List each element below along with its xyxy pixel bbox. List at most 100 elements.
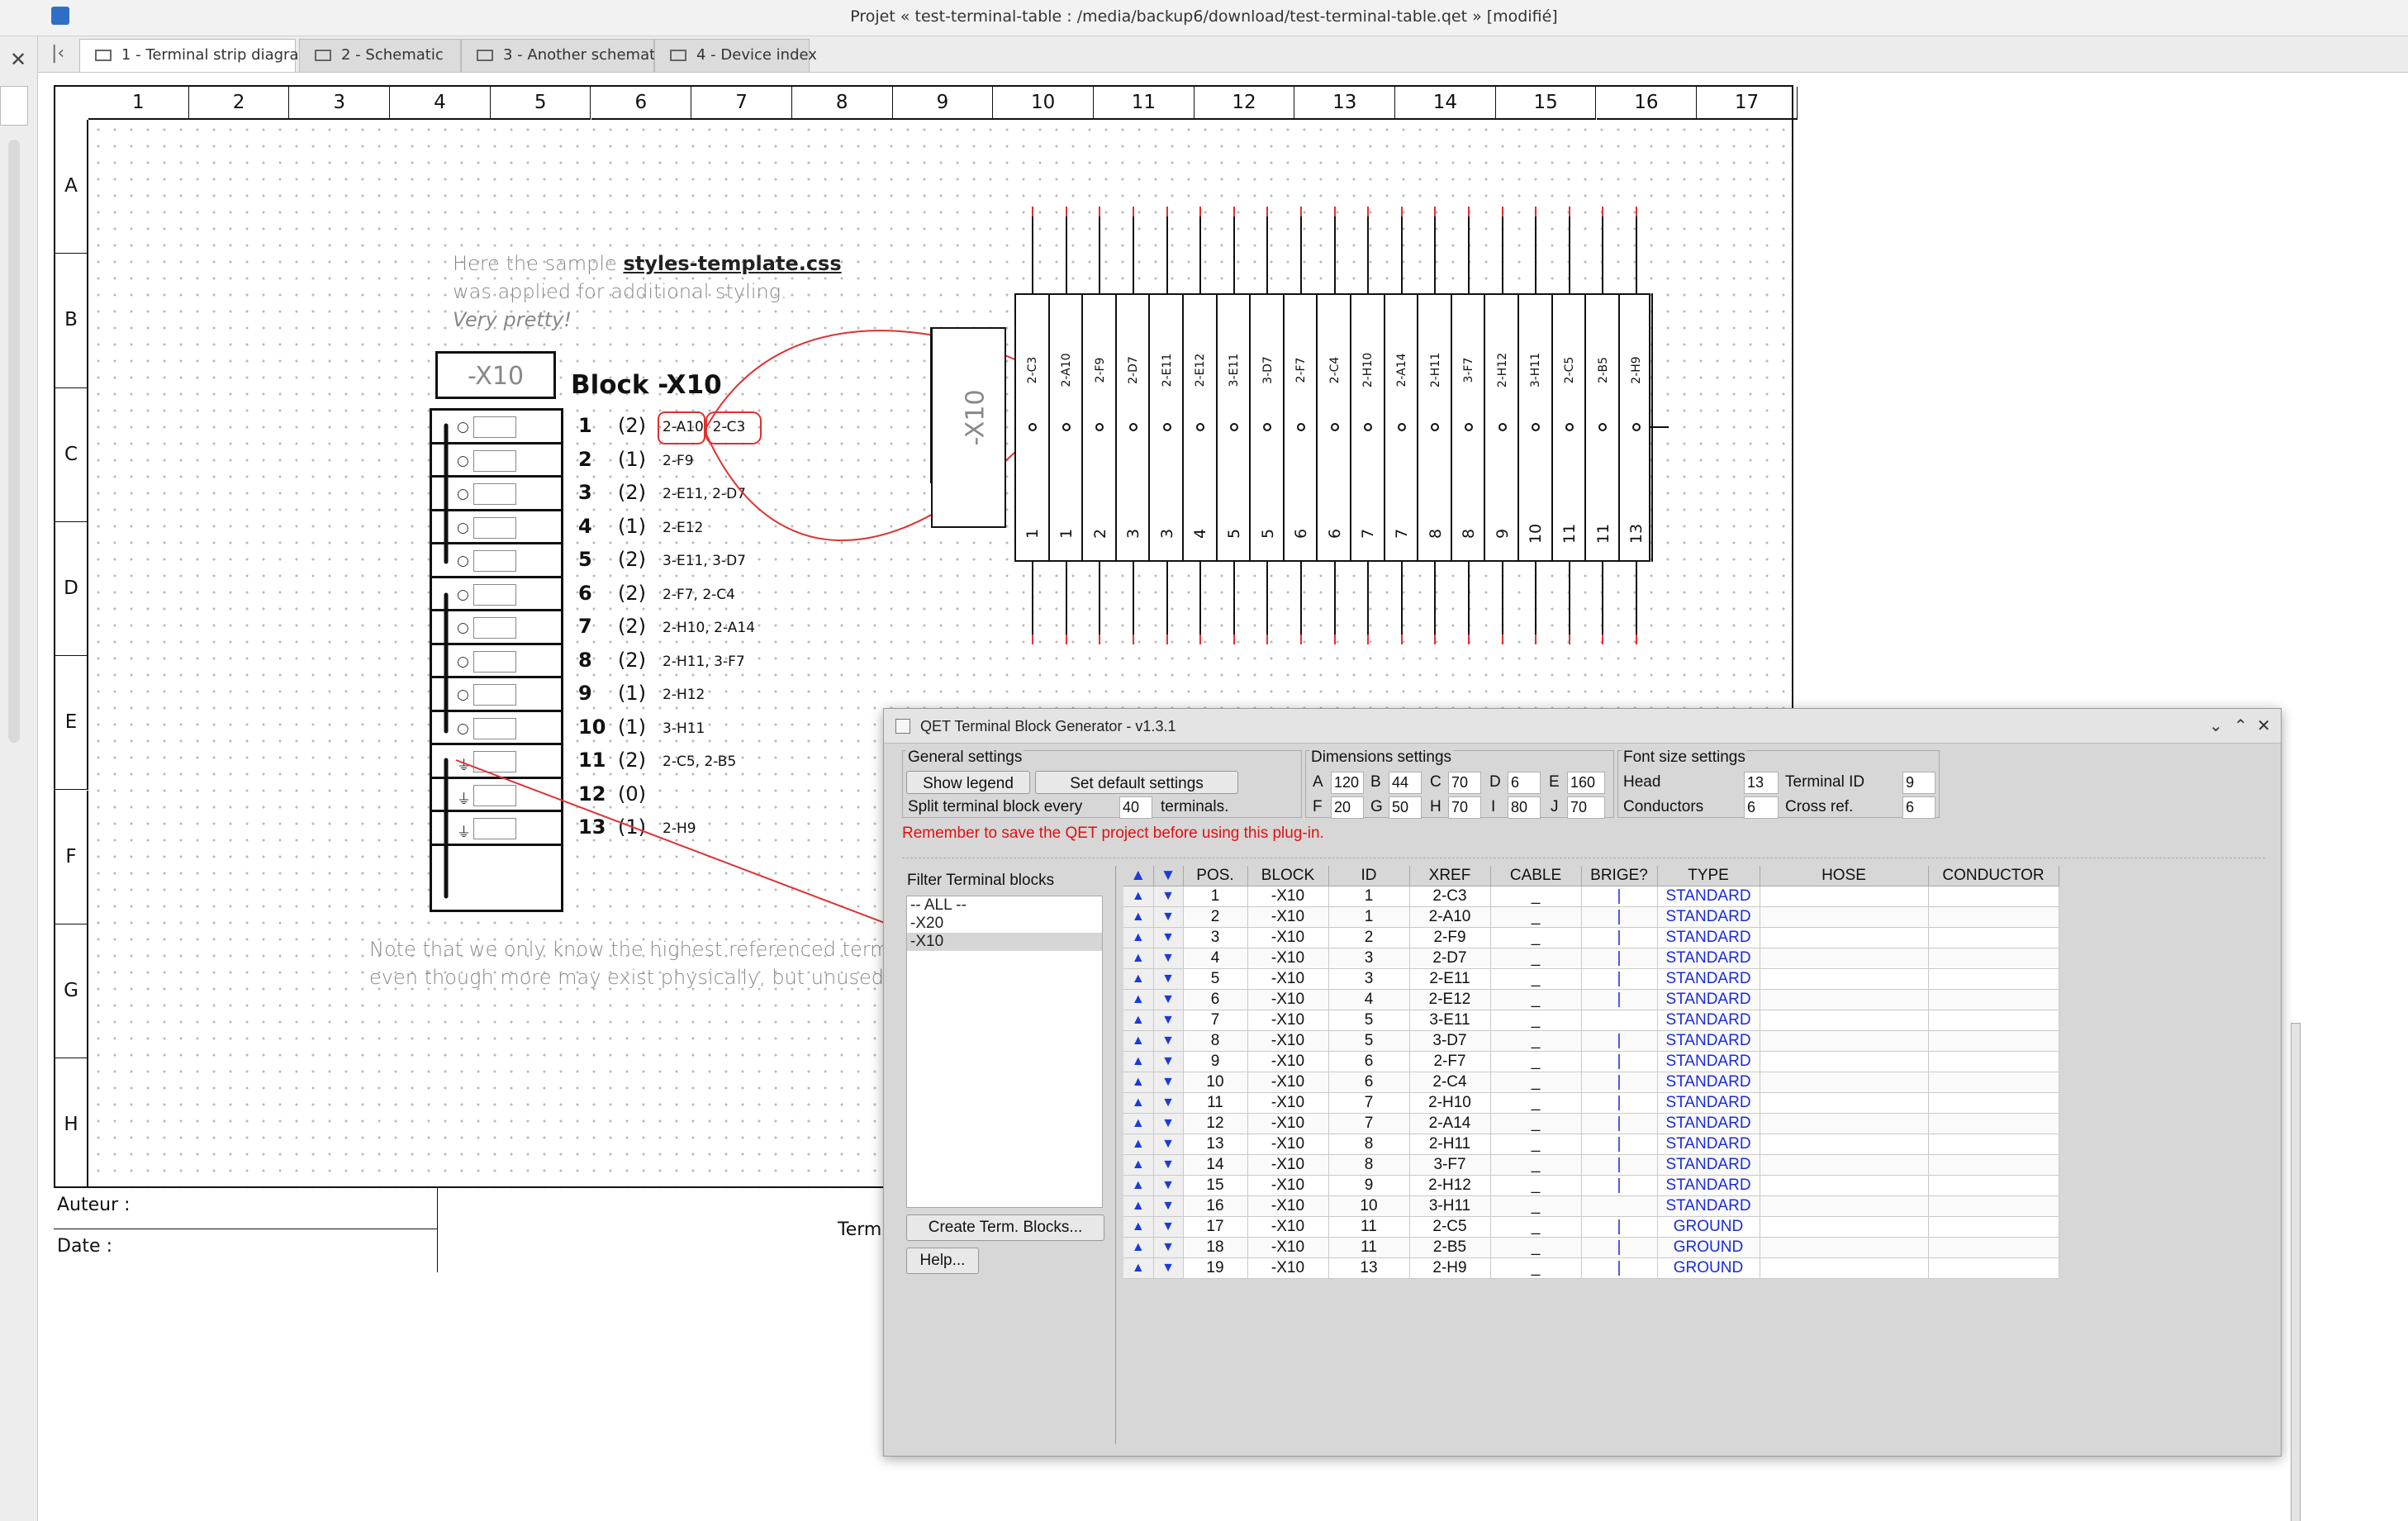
cell-type[interactable]: STANDARD <box>1657 1175 1760 1196</box>
cell-hose[interactable] <box>1760 1195 1929 1217</box>
cell-conductor[interactable] <box>1928 1154 2059 1176</box>
cell-cable[interactable]: _ <box>1490 1134 1582 1155</box>
cell-conductor[interactable] <box>1928 1010 2059 1031</box>
cell-bridge[interactable]: | <box>1581 989 1658 1010</box>
table-row[interactable]: ▲ ▼ 4 -X10 3 2-D7 _ | STANDARD <box>1123 948 2059 969</box>
cell-id[interactable]: 11 <box>1328 1216 1410 1238</box>
table-row[interactable]: ▲ ▼ 7 -X10 5 3-E11 _ STANDARD <box>1123 1010 2059 1031</box>
cell-type[interactable]: STANDARD <box>1657 1195 1760 1217</box>
move-up-icon[interactable]: ▲ <box>1123 1134 1154 1155</box>
cell-bridge[interactable]: | <box>1581 1257 1658 1279</box>
cell-cable[interactable]: _ <box>1490 906 1582 928</box>
cell-pos[interactable]: 18 <box>1183 1237 1248 1258</box>
cell-id[interactable]: 8 <box>1328 1154 1410 1176</box>
strip-terminal[interactable]: 3-F7 8 <box>1452 207 1486 644</box>
dim-j-input[interactable]: 70 <box>1567 796 1605 819</box>
cell-id[interactable]: 3 <box>1328 968 1410 990</box>
cell-pos[interactable]: 1 <box>1183 886 1248 907</box>
terminal-table[interactable]: ▲ ▼ POS. BLOCK ID XREF CABLE BRIGE? TYPE… <box>1123 866 2059 1279</box>
show-legend-button[interactable]: Show legend <box>906 771 1030 794</box>
move-down-icon[interactable]: ▼ <box>1153 1195 1184 1217</box>
strip-terminal[interactable]: 2-C5 11 <box>1553 207 1587 644</box>
cell-id[interactable]: 11 <box>1328 1237 1410 1258</box>
cell-cable[interactable]: _ <box>1490 1257 1582 1279</box>
cell-conductor[interactable] <box>1928 989 2059 1010</box>
cell-cable[interactable]: _ <box>1490 1092 1582 1114</box>
move-up-icon[interactable]: ▲ <box>1123 1113 1154 1134</box>
col-hose-header[interactable]: HOSE <box>1760 866 1929 886</box>
cell-hose[interactable] <box>1760 1257 1929 1279</box>
cell-block[interactable]: -X10 <box>1247 1175 1329 1196</box>
cell-id[interactable]: 1 <box>1328 886 1410 907</box>
cell-block[interactable]: -X10 <box>1247 1134 1329 1155</box>
cell-block[interactable]: -X10 <box>1247 1051 1329 1072</box>
cell-id[interactable]: 13 <box>1328 1257 1410 1279</box>
strip-terminal[interactable]: 3-E11 5 <box>1218 207 1251 644</box>
cell-hose[interactable] <box>1760 989 1929 1010</box>
terminal-id-font-input[interactable]: 9 <box>1902 772 1935 794</box>
cell-xref[interactable]: 3-D7 <box>1409 1030 1491 1052</box>
strip-terminal[interactable]: 3-D7 5 <box>1251 207 1285 644</box>
table-vertical-scrollbar[interactable] <box>2291 1023 2301 1521</box>
create-term-blocks-button[interactable]: Create Term. Blocks... <box>906 1214 1104 1241</box>
cell-block[interactable]: -X10 <box>1247 1072 1329 1093</box>
table-row[interactable]: ▲ ▼ 10 -X10 6 2-C4 _ | STANDARD <box>1123 1072 2059 1093</box>
strip-terminal[interactable]: 2-F7 6 <box>1285 207 1318 644</box>
dim-f-input[interactable]: 20 <box>1331 796 1364 819</box>
cell-conductor[interactable] <box>1928 927 2059 948</box>
strip-terminal[interactable]: 2-C3 1 <box>1016 207 1050 644</box>
move-down-icon[interactable]: ▼ <box>1153 1010 1184 1031</box>
strip-terminal[interactable]: 3-H11 10 <box>1519 207 1553 644</box>
dialog-close-icon[interactable]: ✕ <box>2257 715 2271 736</box>
table-row[interactable]: ▲ ▼ 18 -X10 11 2-B5 _ | GROUND <box>1123 1237 2059 1258</box>
cross-ref-font-input[interactable]: 6 <box>1902 796 1935 819</box>
split-every-input[interactable]: 40 <box>1119 796 1152 819</box>
cell-pos[interactable]: 11 <box>1183 1092 1248 1114</box>
cell-id[interactable]: 8 <box>1328 1134 1410 1155</box>
move-up-icon[interactable]: ▲ <box>1123 886 1154 907</box>
move-up-icon[interactable]: ▲ <box>1123 927 1154 948</box>
strip-terminal[interactable]: 2-C4 6 <box>1318 207 1351 644</box>
cell-type[interactable]: STANDARD <box>1657 906 1760 928</box>
cell-type[interactable]: STANDARD <box>1657 1051 1760 1072</box>
col-cable-header[interactable]: CABLE <box>1490 866 1582 886</box>
cell-bridge[interactable]: | <box>1581 1154 1658 1176</box>
cell-block[interactable]: -X10 <box>1247 1154 1329 1176</box>
filter-blocks-list[interactable]: -- ALL -- -X20 -X10 <box>906 896 1103 1208</box>
strip-terminal[interactable]: 2-E11 3 <box>1150 207 1184 644</box>
cell-cable[interactable]: _ <box>1490 927 1582 948</box>
col-bridge-header[interactable]: BRIGE? <box>1581 866 1658 886</box>
help-button[interactable]: Help... <box>906 1248 979 1274</box>
dim-g-input[interactable]: 50 <box>1389 796 1422 819</box>
cell-pos[interactable]: 17 <box>1183 1216 1248 1238</box>
cell-pos[interactable]: 14 <box>1183 1154 1248 1176</box>
cell-xref[interactable]: 2-F9 <box>1409 927 1491 948</box>
cell-pos[interactable]: 15 <box>1183 1175 1248 1196</box>
move-down-icon[interactable]: ▼ <box>1153 989 1184 1010</box>
cell-bridge[interactable]: | <box>1581 906 1658 928</box>
cell-hose[interactable] <box>1760 1216 1929 1238</box>
cell-bridge[interactable] <box>1581 1010 1658 1031</box>
move-up-icon[interactable]: ▲ <box>1123 1010 1154 1031</box>
table-row[interactable]: ▲ ▼ 11 -X10 7 2-H10 _ | STANDARD <box>1123 1092 2059 1114</box>
move-down-icon[interactable]: ▼ <box>1153 1237 1184 1258</box>
cell-hose[interactable] <box>1760 1092 1929 1114</box>
cell-block[interactable]: -X10 <box>1247 1216 1329 1238</box>
cell-bridge[interactable]: | <box>1581 1175 1658 1196</box>
strip-terminal[interactable]: 2-A14 7 <box>1385 207 1419 644</box>
cell-conductor[interactable] <box>1928 1195 2059 1217</box>
cell-conductor[interactable] <box>1928 906 2059 928</box>
col-id-header[interactable]: ID <box>1328 866 1410 886</box>
move-down-icon[interactable]: ▼ <box>1153 1030 1184 1052</box>
strip-terminal[interactable]: 2-H10 7 <box>1351 207 1385 644</box>
cell-bridge[interactable]: | <box>1581 1072 1658 1093</box>
col-up-header[interactable]: ▲ <box>1123 866 1154 886</box>
cell-xref[interactable]: 2-C3 <box>1409 886 1491 907</box>
cell-pos[interactable]: 10 <box>1183 1072 1248 1093</box>
cell-cable[interactable]: _ <box>1490 1072 1582 1093</box>
cell-hose[interactable] <box>1760 886 1929 907</box>
table-row[interactable]: ▲ ▼ 2 -X10 1 2-A10 _ | STANDARD <box>1123 906 2059 928</box>
move-down-icon[interactable]: ▼ <box>1153 906 1184 928</box>
cell-type[interactable]: STANDARD <box>1657 1113 1760 1134</box>
cell-id[interactable]: 10 <box>1328 1195 1410 1217</box>
